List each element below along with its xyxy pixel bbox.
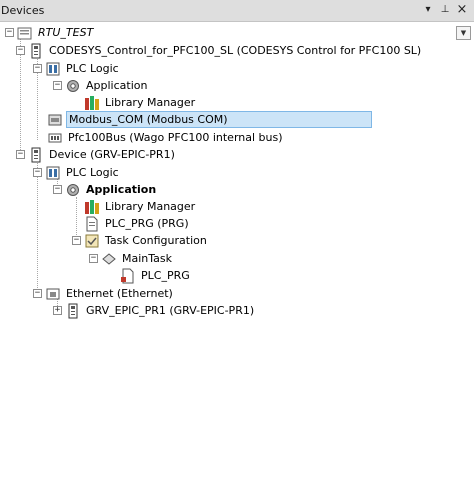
collapse-icon[interactable]: −: [16, 46, 25, 55]
tree-item-label: PLC_PRG: [141, 269, 190, 282]
tree-item-task-plc-prg[interactable]: PLC_PRG: [120, 267, 192, 284]
bus-icon: [48, 133, 62, 142]
gear-icon: [67, 79, 79, 92]
program-call-icon: [121, 268, 134, 283]
task-config-icon: [85, 234, 99, 247]
collapse-icon[interactable]: −: [33, 168, 42, 177]
tree-item-root[interactable]: − RTU_TEST: [5, 24, 95, 41]
tree-item-plc-logic-2[interactable]: − PLC Logic: [33, 164, 121, 181]
device-icon: [31, 43, 41, 58]
tree-item-label: GRV_EPIC_PR1 (GRV-EPIC-PR1): [86, 304, 255, 317]
tree-item-application[interactable]: − Application: [53, 77, 149, 94]
tree-item-grv-epic-pr1[interactable]: + GRV_EPIC_PR1 (GRV-EPIC-PR1): [53, 302, 256, 319]
collapse-icon[interactable]: −: [33, 64, 42, 73]
tree-item-label: Library Manager: [105, 96, 196, 109]
close-icon[interactable]: ×: [455, 3, 469, 17]
pin-icon[interactable]: ⊥: [438, 3, 452, 17]
gear-icon: [67, 183, 79, 196]
collapse-icon[interactable]: −: [89, 254, 98, 263]
chevron-down-icon[interactable]: ▼: [456, 26, 471, 40]
tree-item-label: PLC Logic: [66, 62, 119, 75]
program-icon: [86, 216, 98, 231]
tree-item-modbus-com[interactable]: Modbus_COM (Modbus COM): [47, 111, 372, 128]
plc-logic-icon: [46, 62, 60, 75]
plc-logic-icon: [46, 166, 60, 179]
tree-item-label: PLC Logic: [66, 166, 119, 179]
collapse-icon[interactable]: −: [53, 185, 62, 194]
tree-item-label: CODESYS_Control_for_PFC100_SL (CODESYS C…: [49, 44, 422, 57]
project-icon: [17, 27, 32, 39]
tree-item-label: Task Configuration: [105, 234, 207, 247]
panel-menu-icon[interactable]: ▾: [421, 3, 435, 17]
device-icon: [31, 147, 41, 162]
library-icon: [85, 95, 99, 110]
tree-item-main-task[interactable]: − MainTask: [89, 250, 174, 267]
collapse-icon[interactable]: −: [16, 150, 25, 159]
panel-title: Devices: [1, 4, 45, 17]
tree-item-label: Application: [86, 183, 157, 196]
collapse-icon[interactable]: −: [5, 28, 14, 37]
tree-item-label: PLC_PRG (PRG): [105, 217, 189, 230]
library-icon: [85, 199, 99, 214]
tree-item-ethernet[interactable]: − Ethernet (Ethernet): [33, 285, 175, 302]
device-icon: [68, 303, 78, 318]
tree-item-label: Modbus_COM (Modbus COM): [66, 111, 372, 128]
collapse-icon[interactable]: −: [33, 289, 42, 298]
tree-item-library-manager[interactable]: Library Manager: [84, 94, 197, 111]
tree-item-label: Device (GRV-EPIC-PR1): [49, 148, 175, 161]
collapse-icon[interactable]: −: [53, 81, 62, 90]
tree-item-pfc100bus[interactable]: Pfc100Bus (Wago PFC100 internal bus): [47, 129, 285, 146]
tree-item-label: Library Manager: [105, 200, 196, 213]
tree-item-label: Ethernet (Ethernet): [66, 287, 173, 300]
ethernet-icon: [46, 288, 60, 299]
expand-icon[interactable]: +: [53, 306, 62, 315]
tree-item-device-grv[interactable]: − Device (GRV-EPIC-PR1): [16, 146, 177, 163]
tree-item-plc-logic[interactable]: − PLC Logic: [33, 60, 121, 77]
tree-item-label: RTU_TEST: [38, 26, 94, 39]
tree-item-library-manager-2[interactable]: Library Manager: [84, 198, 197, 215]
tree-item-label: MainTask: [122, 252, 172, 265]
tree-item-application-2[interactable]: − Application: [53, 181, 158, 198]
task-icon: [102, 252, 116, 265]
tree-item-label: Application: [86, 79, 148, 92]
tree-item-task-configuration[interactable]: − Task Configuration: [72, 232, 209, 249]
tree-item-label: Pfc100Bus (Wago PFC100 internal bus): [68, 131, 283, 144]
collapse-icon[interactable]: −: [72, 236, 81, 245]
devices-panel-header: Devices ▾ ⊥ ×: [0, 0, 474, 22]
tree-item-plc-prg[interactable]: PLC_PRG (PRG): [84, 215, 191, 232]
modbus-port-icon: [48, 114, 62, 125]
tree-item-device-pfc100[interactable]: − CODESYS_Control_for_PFC100_SL (CODESYS…: [16, 42, 423, 59]
